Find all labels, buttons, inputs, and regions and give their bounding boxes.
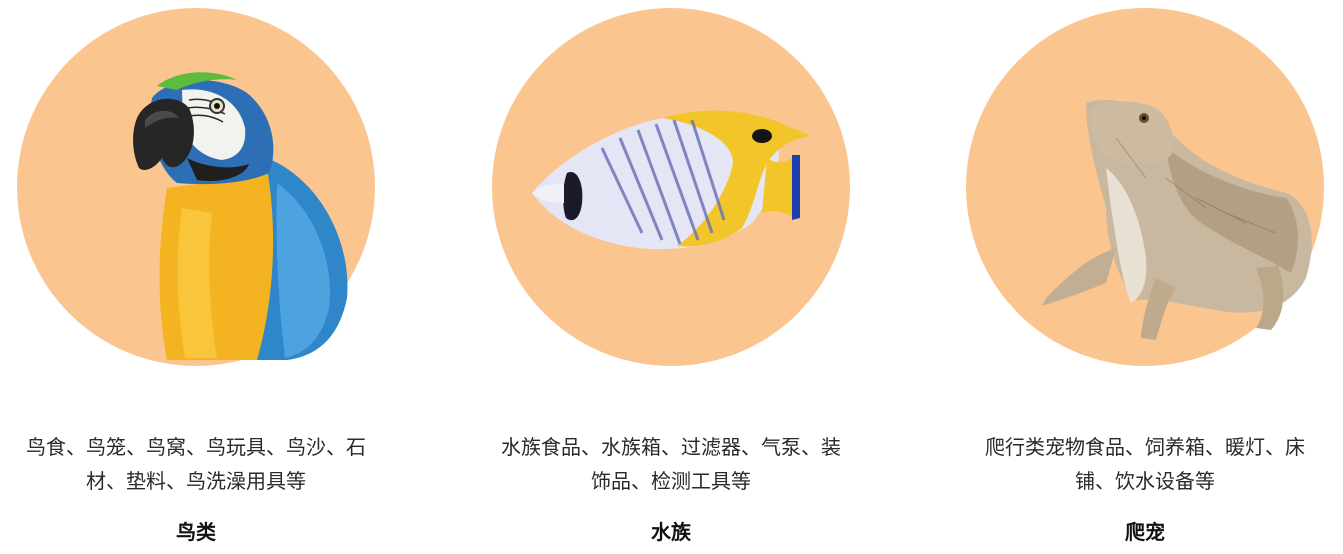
parrot-image[interactable] xyxy=(17,8,375,366)
category-title[interactable]: 鸟类 xyxy=(6,517,386,547)
category-card-reptiles[interactable]: 爬行类宠物食品、饲养箱、暖灯、床铺、饮水设备等 爬宠 xyxy=(955,0,1335,554)
category-title[interactable]: 水族 xyxy=(481,517,861,547)
fish-image[interactable] xyxy=(492,8,850,366)
category-title[interactable]: 爬宠 xyxy=(955,517,1335,547)
category-description: 鸟食、鸟笼、鸟窝、鸟玩具、鸟沙、石材、垫料、鸟洗澡用具等 xyxy=(26,435,366,493)
category-grid: 鸟食、鸟笼、鸟窝、鸟玩具、鸟沙、石材、垫料、鸟洗澡用具等 鸟类 水族食品、水族箱… xyxy=(0,0,1343,554)
category-description: 水族食品、水族箱、过滤器、气泵、装饰品、检测工具等 xyxy=(501,435,841,493)
category-card-birds[interactable]: 鸟食、鸟笼、鸟窝、鸟玩具、鸟沙、石材、垫料、鸟洗澡用具等 鸟类 xyxy=(6,0,386,554)
category-card-aquatic[interactable]: 水族食品、水族箱、过滤器、气泵、装饰品、检测工具等 水族 xyxy=(481,0,861,554)
category-description: 爬行类宠物食品、饲养箱、暖灯、床铺、饮水设备等 xyxy=(985,435,1305,493)
lizard-image[interactable] xyxy=(966,8,1324,366)
